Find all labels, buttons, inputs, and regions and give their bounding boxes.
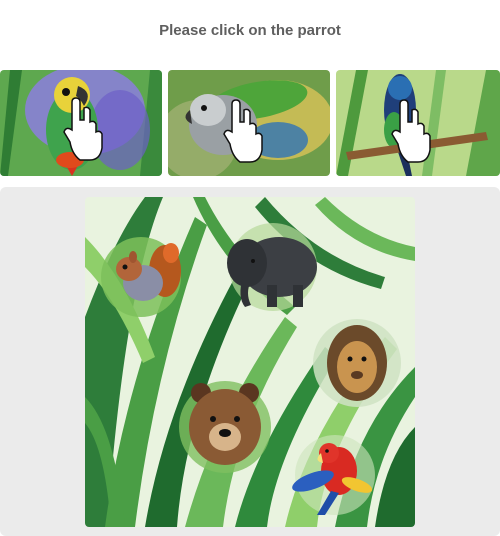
example-image-parrot-3 [336,70,500,176]
example-image-parrot-1 [0,70,162,176]
challenge-image[interactable] [85,197,415,527]
example-image-parrot-2 [168,70,330,176]
example-images-row [0,70,500,176]
captcha-instruction: Please click on the parrot [159,22,341,39]
lion-animal[interactable] [313,319,401,407]
squirrel-animal[interactable] [101,237,181,317]
bear-animal[interactable] [179,381,271,473]
